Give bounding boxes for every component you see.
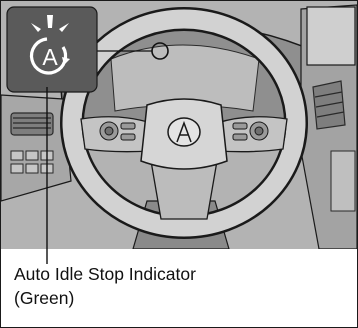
callout-color-note: (Green) (14, 288, 75, 308)
illustration-frame: A Auto Idle Stop Indicator (Green) (0, 0, 358, 328)
callout-label: Auto Idle Stop Indicator (14, 264, 196, 284)
